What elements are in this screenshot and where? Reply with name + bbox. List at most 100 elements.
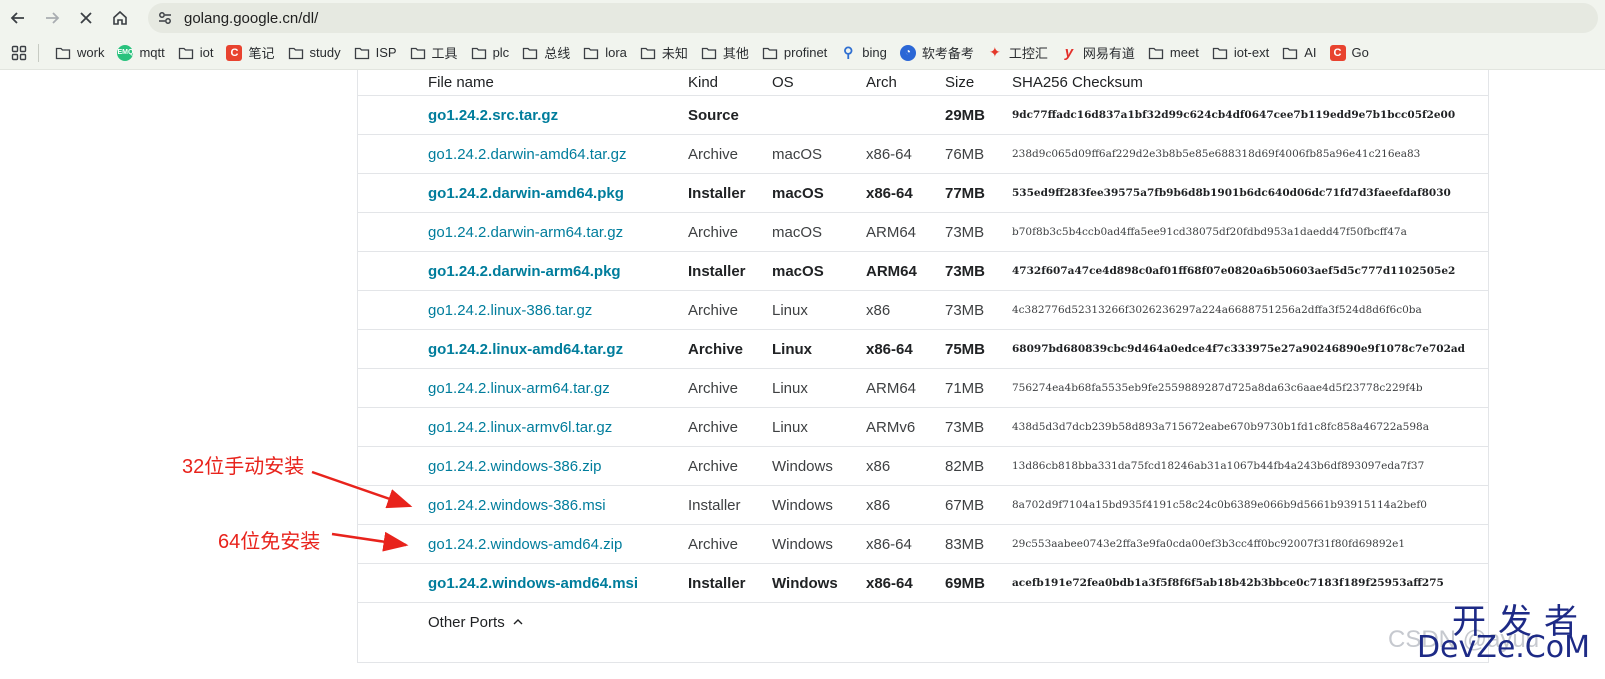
table-cell: 438d5d3d7dcb239b58d893a715672eabe670b973… (1012, 408, 1429, 446)
address-bar[interactable]: golang.google.cn/dl/ (148, 3, 1598, 33)
bookmark-item[interactable]: 总线 (516, 40, 577, 66)
cell-os: Windows (772, 457, 833, 475)
bookmark-item[interactable]: C 笔记 (220, 40, 281, 66)
cell-size: 83MB (945, 535, 985, 553)
cell-kind: Installer (688, 262, 746, 280)
bookmark-label: Go (1351, 45, 1369, 60)
table-cell: Archive (688, 291, 738, 329)
url-text[interactable]: golang.google.cn/dl/ (184, 10, 318, 27)
header-checksum: SHA256 Checksum (1012, 74, 1143, 91)
cell-arch: x86-64 (866, 145, 912, 163)
stop-loading-button[interactable] (69, 1, 103, 35)
cell-os: Linux (772, 301, 808, 319)
apps-grid-icon[interactable] (8, 42, 30, 64)
download-link[interactable]: go1.24.2.windows-amd64.msi (428, 575, 638, 592)
page-content: File name Kind OS Arch Size SHA256 Check… (0, 70, 1605, 679)
site-info-button[interactable] (150, 3, 180, 33)
tune-icon (159, 12, 171, 24)
download-link[interactable]: go1.24.2.linux-armv6l.tar.gz (428, 419, 612, 436)
bookmark-item[interactable]: C Go (1324, 40, 1376, 66)
download-link[interactable]: go1.24.2.darwin-arm64.tar.gz (428, 224, 623, 241)
cell-kind: Archive (688, 145, 739, 163)
cell-arch: ARMv6 (866, 418, 916, 436)
bookmark-item[interactable]: ⚲ bing (834, 40, 894, 66)
close-icon (80, 12, 92, 24)
download-link[interactable]: go1.24.2.darwin-arm64.pkg (428, 263, 621, 280)
download-link[interactable]: go1.24.2.linux-386.tar.gz (428, 302, 592, 319)
bookmark-label: bing (862, 45, 887, 60)
cell-kind: Archive (688, 535, 739, 553)
cell-arch: ARM64 (866, 379, 917, 397)
table-row: go1.24.2.darwin-amd64.pkg Installer macOS x… (358, 174, 1488, 213)
table-cell: Installer (688, 486, 741, 524)
cell-checksum: 4c382776d52313266f3026236297a224a6688751… (1012, 304, 1422, 316)
cell-size: 73MB (945, 262, 986, 280)
youdao-favicon: y (1064, 44, 1074, 61)
table-cell: x86-64 (866, 135, 912, 173)
cell-size: 73MB (945, 301, 985, 319)
bookmark-item[interactable]: plc (465, 40, 517, 66)
bookmark-item[interactable]: lora (577, 40, 634, 66)
bookmark-item[interactable]: profinet (756, 40, 834, 66)
cell-kind: Source (688, 106, 739, 124)
folder-icon (410, 45, 426, 61)
download-link[interactable]: go1.24.2.src.tar.gz (428, 107, 558, 124)
table-cell: ARM64 (866, 369, 916, 407)
cell-checksum: 8a702d9f7104a15bd935f4191c58c24c0b6389e0… (1012, 499, 1427, 511)
download-link[interactable]: go1.24.2.windows-386.zip (428, 458, 601, 475)
bookmark-item[interactable]: meet (1142, 40, 1206, 66)
folder-icon (640, 45, 656, 61)
bookmark-item[interactable]: ✦ 工控汇 (981, 40, 1055, 66)
annotation-64bit-label: 64位免安装 (218, 531, 321, 553)
cell-size: 67MB (945, 496, 985, 514)
download-link[interactable]: go1.24.2.windows-amd64.zip (428, 536, 622, 553)
bookmark-item[interactable]: y 网易有道 (1055, 40, 1142, 66)
cell-checksum: acefb191e72fea0bdb1a3f5f8f6f5ab18b42b3bb… (1012, 577, 1444, 589)
folder-icon (1148, 45, 1164, 61)
cell-kind: Archive (688, 301, 739, 319)
cell-checksum: b70f8b3c5b4ccb0ad4ffa5ee91cd38075df20fdb… (1012, 226, 1407, 238)
table-row: go1.24.2.darwin-amd64.tar.gz Archive macOS… (358, 135, 1488, 174)
cell-arch: x86-64 (866, 535, 912, 553)
home-button[interactable] (103, 1, 137, 35)
table-cell: Archive (688, 408, 738, 446)
table-cell: Archive (688, 369, 738, 407)
table-header: File name Kind OS Arch Size SHA256 Check… (358, 70, 1488, 96)
bookmark-item[interactable]: 其他 (695, 40, 756, 66)
other-ports-toggle[interactable]: Other Ports (428, 610, 523, 634)
table-cell: 29c553aabee0743e2ffa3e9fa0cda00ef3b3cc4f… (1012, 525, 1405, 563)
bookmark-item[interactable]: AI (1276, 40, 1323, 66)
download-link[interactable]: go1.24.2.linux-amd64.tar.gz (428, 341, 623, 358)
table-cell: 756274ea4b68fa5535eb9fe2559889287d725a8d… (1012, 369, 1423, 407)
bookmark-item[interactable]: iot-ext (1206, 40, 1276, 66)
cell-size: 73MB (945, 418, 985, 436)
table-cell: Windows (772, 486, 833, 524)
browser-toolbar: golang.google.cn/dl/ (0, 0, 1605, 36)
bookmark-item[interactable]: ◔ 软考备考 (894, 40, 981, 66)
bookmark-item[interactable]: study (282, 40, 348, 66)
download-link[interactable]: go1.24.2.darwin-amd64.pkg (428, 185, 624, 202)
folder-icon (178, 45, 194, 61)
bookmark-item[interactable]: iot (172, 40, 221, 66)
table-cell: ARMv6 (866, 408, 915, 446)
bookmark-item[interactable]: 工具 (404, 40, 465, 66)
bookmarks-list: work EMQ mqtt iot C 笔记 study ISP 工具 plc 总线 lora 未知 其他… (49, 40, 1376, 66)
table-cell: 238d9c065d09ff6af229d2e3b8b5e85e688318d6… (1012, 135, 1420, 173)
bookmark-item[interactable]: EMQ mqtt (111, 40, 171, 66)
table-cell: Archive (688, 213, 738, 251)
cell-checksum: 238d9c065d09ff6af229d2e3b8b5e85e688318d6… (1012, 148, 1421, 160)
bookmark-item[interactable]: work (49, 40, 111, 66)
cell-kind: Archive (688, 457, 739, 475)
download-link[interactable]: go1.24.2.windows-386.msi (428, 497, 606, 514)
table-row: go1.24.2.darwin-arm64.pkg Installer macOS A… (358, 252, 1488, 291)
back-button[interactable] (1, 1, 35, 35)
table-cell: x86 (866, 447, 890, 485)
bookmark-item[interactable]: 未知 (634, 40, 695, 66)
home-icon (113, 10, 127, 25)
table-cell: x86-64 (866, 564, 913, 602)
cell-kind: Installer (688, 574, 746, 592)
bookmark-item[interactable]: ISP (348, 40, 404, 66)
forward-button[interactable] (35, 1, 69, 35)
download-link[interactable]: go1.24.2.linux-arm64.tar.gz (428, 380, 610, 397)
download-link[interactable]: go1.24.2.darwin-amd64.tar.gz (428, 146, 626, 163)
